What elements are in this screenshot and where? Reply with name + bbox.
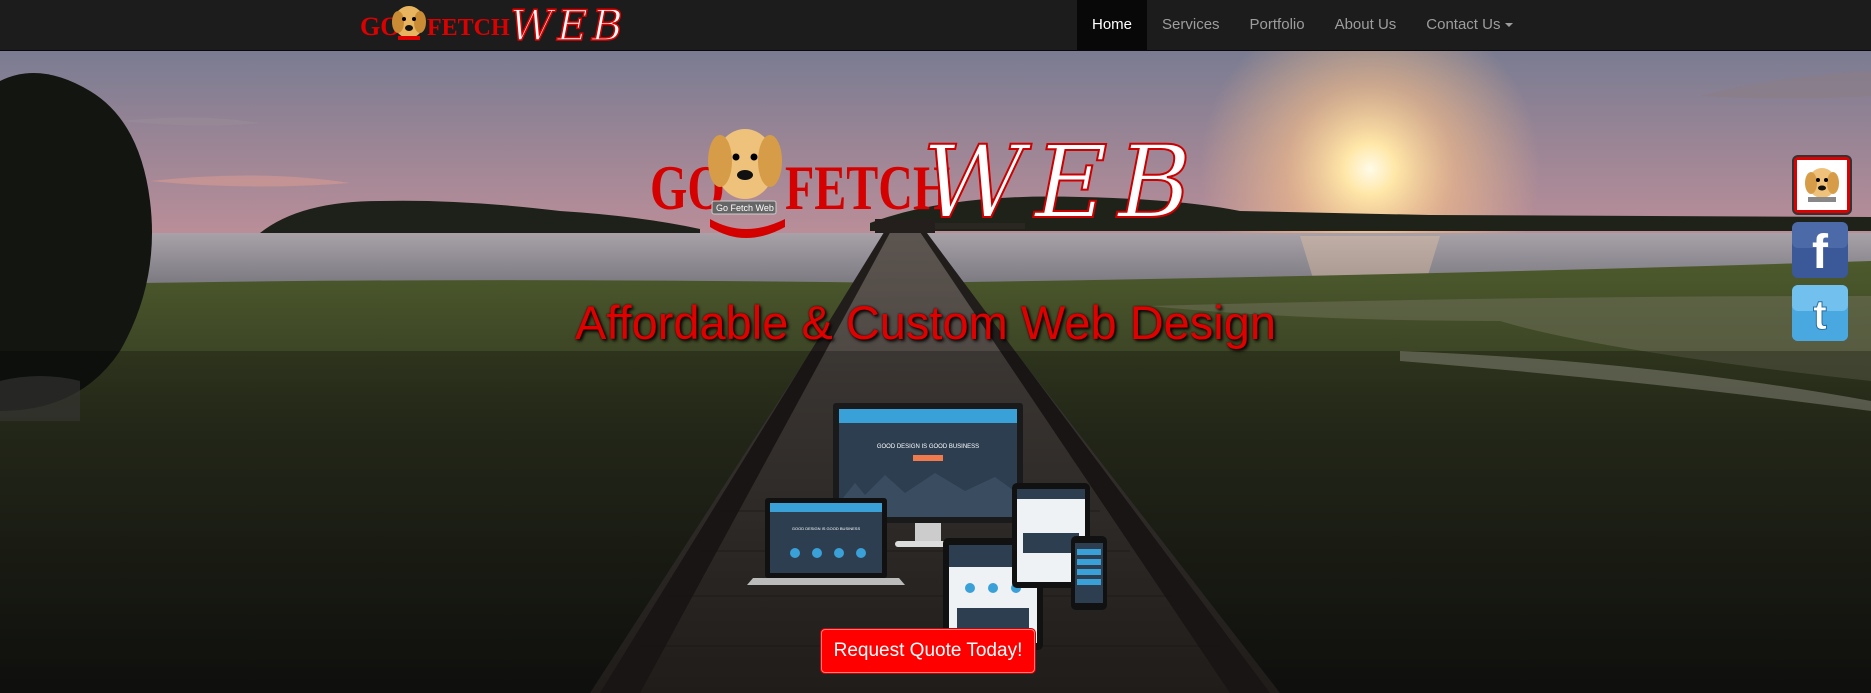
laptop-screen-heading: GOOD DESIGN IS GOOD BUSINESS [792,526,861,531]
twitter-letter: t [1813,291,1827,338]
hero-logo-web-text: WEB [922,124,1201,241]
responsive-devices-illustration: GOOD DESIGN IS GOOD BUSINESS GOOD DESIGN… [747,403,1107,650]
nav-services[interactable]: Services [1147,0,1235,50]
social-links: f t [1792,155,1852,348]
facebook-letter: f [1812,226,1829,278]
twitter-icon[interactable]: t [1792,285,1848,341]
nav-contact-us-label[interactable]: Contact Us [1426,16,1500,33]
facebook-icon[interactable]: f [1792,222,1848,278]
chevron-down-icon [1505,23,1514,28]
hero-tagline: Affordable & Custom Web Design [574,296,1276,349]
brand-logo[interactable]: GO FETCH WEB [360,0,645,50]
laptop-icon: GOOD DESIGN IS GOOD BUSINESS [747,498,905,585]
logo-fetch-text: FETCH [427,15,510,41]
nav-home[interactable]: Home [1077,0,1148,50]
hero-section: GO Go Fetch Web FETCH WEB Affordable & C… [0,51,1871,693]
go-fetch-web-icon[interactable] [1792,155,1852,215]
nav-portfolio[interactable]: Portfolio [1235,0,1320,50]
main-nav: Home Services Portfolio About Us Contact… [1077,0,1528,50]
hero-logo-tag-text: Go Fetch Web [716,203,774,213]
phone-icon [1071,536,1107,610]
logo-web-text: WEB [510,1,627,50]
request-quote-button[interactable]: Request Quote Today! [820,628,1036,674]
top-navbar: GO FETCH WEB Home Services Portfolio Abo… [0,0,1871,51]
nav-contact-us[interactable]: Contact Us [1411,0,1528,50]
desktop-screen-heading: GOOD DESIGN IS GOOD BUSINESS [877,444,979,450]
nav-about-us[interactable]: About Us [1320,0,1412,50]
hero-logo: GO Go Fetch Web FETCH WEB [650,123,1201,242]
